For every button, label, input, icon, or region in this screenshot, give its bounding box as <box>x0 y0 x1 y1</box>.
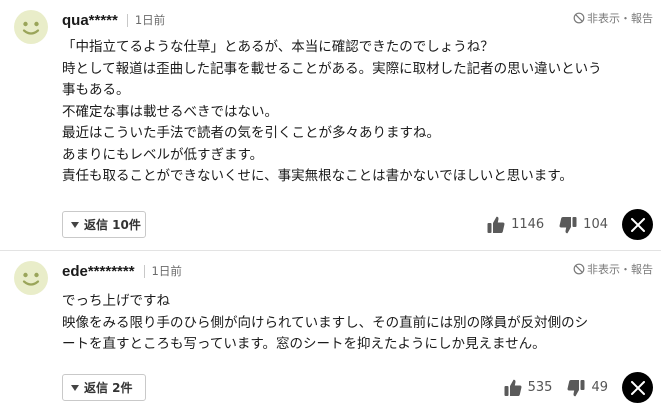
block-icon <box>573 12 585 24</box>
like-button[interactable]: 1146 <box>486 215 544 235</box>
comment-line: 責任も取ることができないくせに、事実無根なことは書かないでほしいと思います。 <box>62 168 573 184</box>
comment-item: ede******** 1日前 非表示・報告 でっち上げですね 映像をみる限り手… <box>0 251 661 413</box>
avatar[interactable] <box>14 10 48 44</box>
replies-label: 返信 10件 <box>84 218 141 232</box>
comment-line: 不確定な事は載せるべきではない。 <box>62 103 278 120</box>
comment-line: ートを直すところも写っています。窓のシートを抑えたようにしか見えません。 <box>62 336 546 352</box>
avatar[interactable] <box>14 261 48 295</box>
smiley-face-icon <box>14 10 48 44</box>
dislike-count: 104 <box>583 217 608 232</box>
smiley-face-icon <box>14 261 48 295</box>
triangle-down-icon <box>71 221 79 228</box>
hide-report-label: 非表示・報告 <box>587 263 653 276</box>
thumbs-down-icon <box>559 216 577 233</box>
hide-report-button[interactable]: 非表示・報告 <box>573 10 653 26</box>
share-x-button[interactable] <box>622 372 653 403</box>
replies-label: 返信 2件 <box>84 381 133 395</box>
comment-actions: 1146 104 <box>486 209 653 240</box>
username[interactable]: ede******** <box>62 263 135 280</box>
thumbs-down-icon <box>567 379 585 396</box>
comment-line: あまりにもレベルが低すぎます。 <box>62 146 264 163</box>
triangle-down-icon <box>71 384 79 391</box>
comment-line: でっち上げですね <box>62 293 170 309</box>
comment-meta: ede******** 1日前 <box>62 261 182 281</box>
thumbs-up-icon <box>487 216 505 233</box>
like-button[interactable]: 535 <box>503 378 553 398</box>
meta-separator <box>126 13 128 27</box>
thumbs-up-icon <box>504 379 522 396</box>
comment-line: 「中指立てるような仕草」とあるが、本当に確認できたのでしょうね？ <box>62 39 494 55</box>
comment-item: qua***** 1日前 非表示・報告 「中指立てるような仕草」とあるが、本当に… <box>0 0 661 250</box>
comment-line: 映像をみる限り手のひら側が向けられていますし、その直前には別の隊員が反対側のシ <box>62 314 589 331</box>
x-logo-icon <box>630 380 645 395</box>
like-count: 1146 <box>511 217 545 232</box>
replies-toggle-button[interactable]: 返信 2件 <box>62 374 146 401</box>
block-icon <box>573 263 585 275</box>
username[interactable]: qua***** <box>62 12 118 29</box>
timestamp: 1日前 <box>151 264 182 278</box>
comment-line: 事もある。 <box>62 82 130 98</box>
comment-line: 時として報道は歪曲した記事を載せることがある。実際に取材した記者の思い違いという <box>62 60 602 77</box>
comment-actions: 535 49 <box>503 372 653 403</box>
comment-line: 最近はこういた手法で読者の気を引くことが多々ありますね。 <box>62 125 440 141</box>
comment-body: でっち上げですね 映像をみる限り手のひら側が向けられていますし、その直前には別の… <box>62 291 654 356</box>
like-count: 535 <box>527 380 553 395</box>
comment-body: 「中指立てるような仕草」とあるが、本当に確認できたのでしょうね？ 時として報道は… <box>62 37 654 188</box>
meta-separator <box>143 264 145 278</box>
comment-feed: qua***** 1日前 非表示・報告 「中指立てるような仕草」とあるが、本当に… <box>0 0 661 413</box>
hide-report-button[interactable]: 非表示・報告 <box>573 261 653 277</box>
replies-toggle-button[interactable]: 返信 10件 <box>62 211 146 238</box>
comment-meta: qua***** 1日前 <box>62 10 165 30</box>
hide-report-label: 非表示・報告 <box>587 12 653 25</box>
dislike-button[interactable]: 104 <box>558 215 608 235</box>
dislike-button[interactable]: 49 <box>566 378 608 398</box>
x-logo-icon <box>630 217 645 232</box>
timestamp: 1日前 <box>134 13 166 27</box>
share-x-button[interactable] <box>622 209 653 240</box>
dislike-count: 49 <box>591 380 608 395</box>
